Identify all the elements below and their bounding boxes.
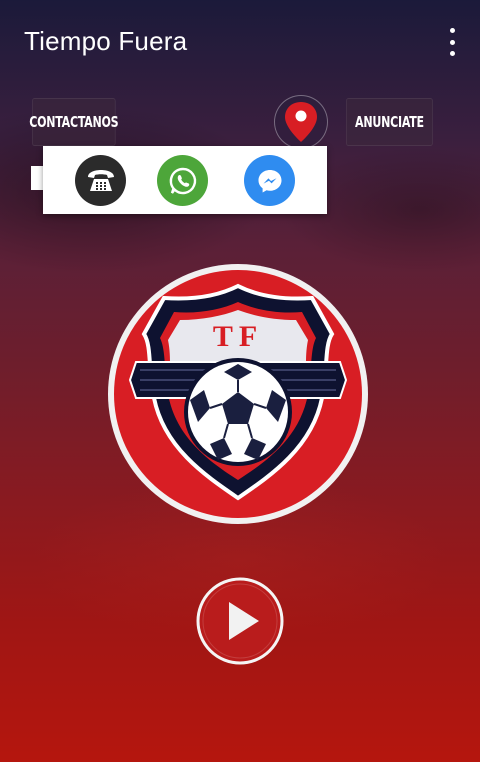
app-bar: Tiempo Fuera xyxy=(0,0,480,86)
play-icon xyxy=(196,577,284,665)
whatsapp-icon xyxy=(169,167,196,194)
team-logo: TF xyxy=(106,262,370,526)
whatsapp-button[interactable] xyxy=(157,155,208,206)
advertise-button[interactable]: ANUNCIATE xyxy=(346,98,433,146)
contact-popup xyxy=(43,146,327,214)
messenger-button[interactable] xyxy=(244,155,295,206)
app-title: Tiempo Fuera xyxy=(24,26,188,56)
messenger-icon xyxy=(258,169,281,192)
logo-text: TF xyxy=(213,320,263,353)
contact-button[interactable]: CONTACTANOS xyxy=(29,98,119,146)
play-button[interactable] xyxy=(195,576,285,666)
phone-icon xyxy=(87,169,114,191)
more-vert-icon[interactable] xyxy=(446,28,458,56)
map-pin-icon xyxy=(285,102,317,142)
popup-tab xyxy=(31,166,43,190)
location-button[interactable] xyxy=(274,95,328,149)
phone-button[interactable] xyxy=(75,155,126,206)
